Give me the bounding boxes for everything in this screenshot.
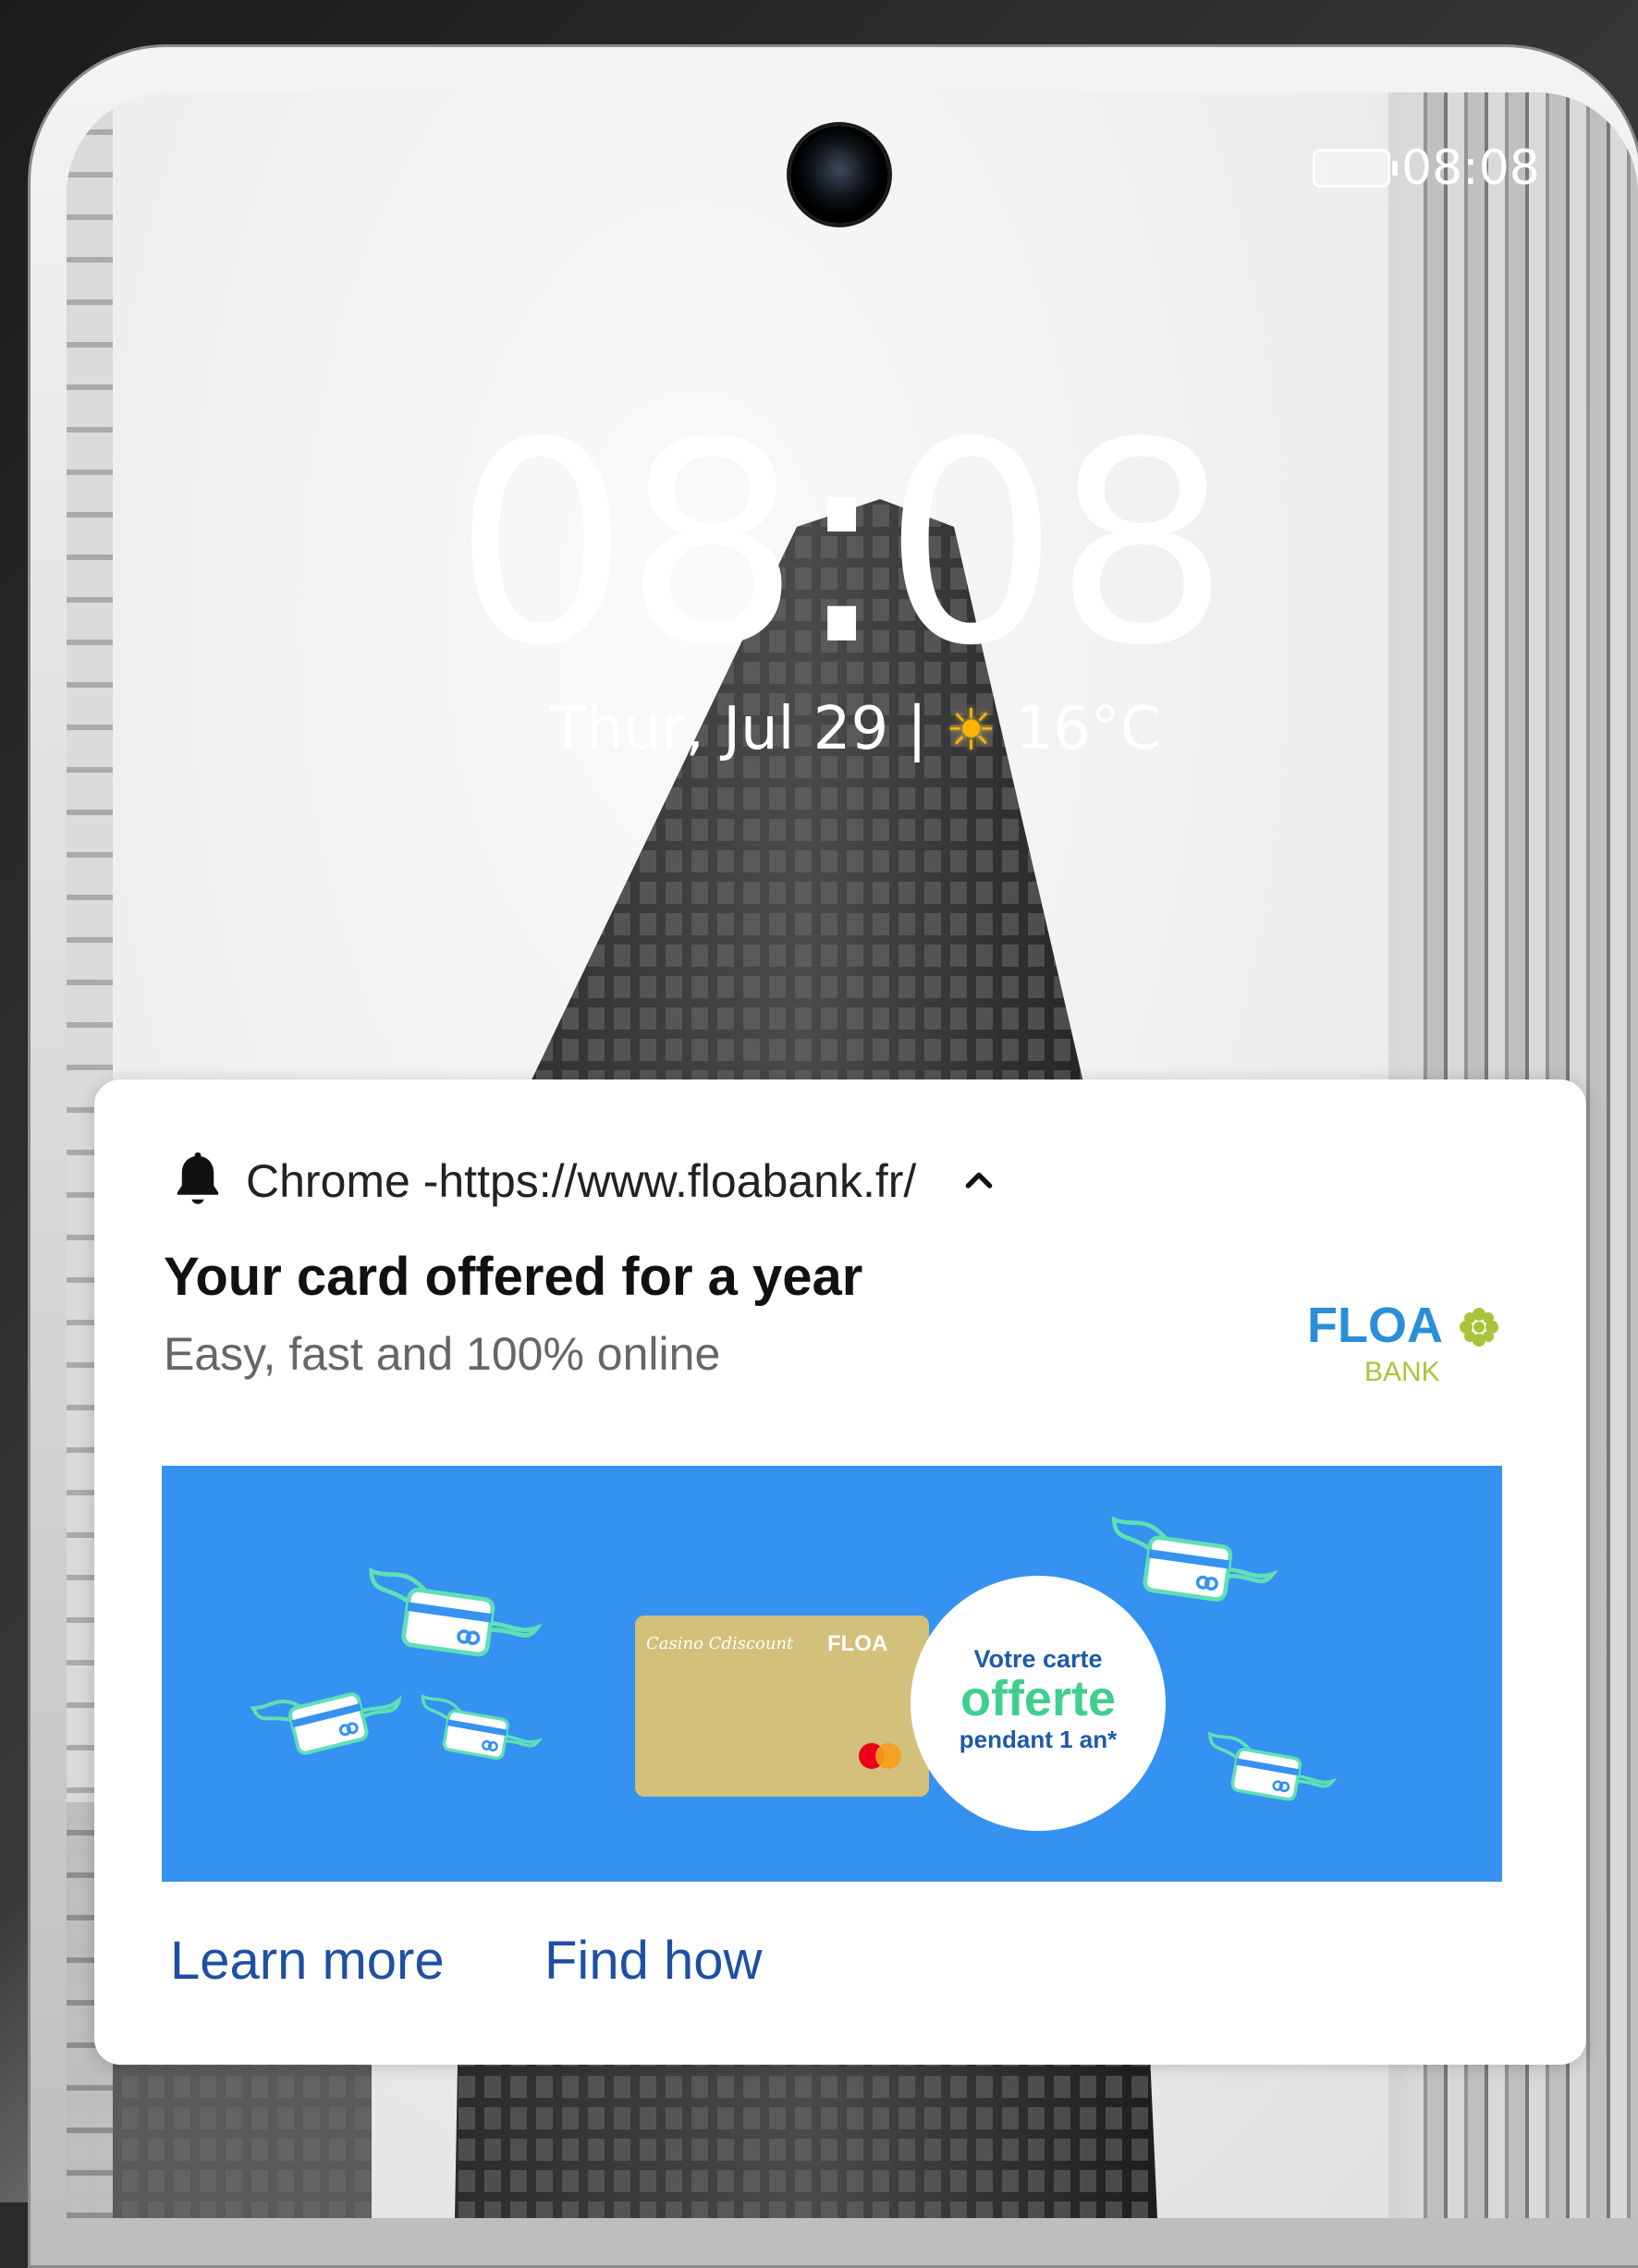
front-camera: [790, 126, 888, 224]
status-bar: 08:08: [1313, 140, 1540, 196]
winged-card-icon: [1105, 1519, 1277, 1606]
bell-icon: [177, 1152, 219, 1204]
temperature: 16°C: [1015, 695, 1162, 763]
notification-source: Chrome -https://www.floabank.fr/: [246, 1155, 917, 1207]
floa-logo-subtext: BANK: [1364, 1357, 1440, 1386]
lockscreen-clock: 08:08: [453, 384, 1230, 706]
date-weather-line: Thur, Jul 29 | ☀ 16°C: [550, 695, 1162, 763]
winged-card-icon: [1199, 1732, 1339, 1809]
separator: |: [907, 695, 927, 763]
status-time: 08:08: [1401, 140, 1540, 196]
chevron-up-icon[interactable]: [960, 1163, 997, 1200]
learn-more-button[interactable]: Learn more: [170, 1930, 445, 1992]
badge-line3: pendant 1 an*: [960, 1725, 1118, 1753]
card-brand-left: Casino Cdiscount: [646, 1634, 794, 1653]
winged-card-icon: [362, 1571, 542, 1662]
sun-icon: ☀: [945, 695, 997, 763]
promo-banner[interactable]: Casino Cdiscount FLOA Votre carte offert…: [162, 1466, 1502, 1882]
winged-card-icon: [412, 1694, 544, 1767]
notification-body: Easy, fast and 100% online: [164, 1328, 721, 1380]
badge-line1: Votre carte: [973, 1645, 1102, 1673]
banner-illustration: Casino Cdiscount FLOA Votre carte offert…: [251, 1466, 1339, 1831]
flower-icon: [1460, 1308, 1498, 1347]
notification-header[interactable]: Chrome -https://www.floabank.fr/: [170, 1152, 997, 1211]
card-brand-right: FLOA: [827, 1631, 887, 1656]
winged-card-icon: [251, 1671, 408, 1765]
lockscreen-date: Thur, Jul 29: [550, 695, 889, 763]
floa-logo-text: FLOA: [1307, 1298, 1443, 1353]
floa-bank-logo: FLOA BANK: [1307, 1298, 1498, 1386]
find-how-button[interactable]: Find how: [544, 1930, 762, 1992]
chrome-notification[interactable]: Chrome -https://www.floabank.fr/ Your ca…: [94, 1079, 1586, 2065]
notification-title: Your card offered for a year: [164, 1247, 863, 1307]
battery-icon: [1313, 149, 1398, 188]
badge-line2: offerte: [960, 1671, 1116, 1726]
